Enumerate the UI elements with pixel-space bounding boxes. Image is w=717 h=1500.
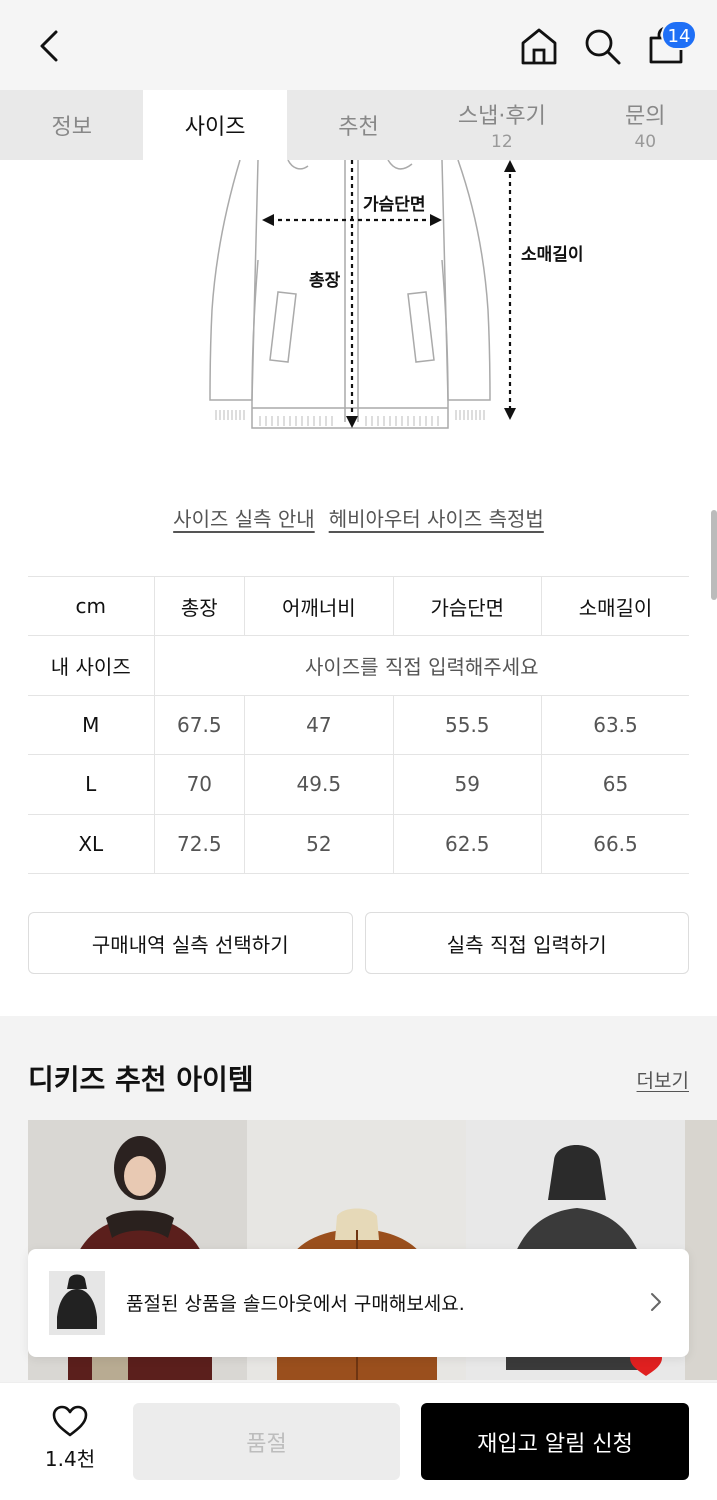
tab-snap-review[interactable]: 스냅·후기 12 bbox=[430, 90, 573, 160]
size-table: cm 총장 어깨너비 가슴단면 소매길이 내 사이즈 사이즈를 직접 입력해주세… bbox=[28, 575, 689, 874]
size-name-cell: L bbox=[28, 754, 155, 815]
table-header-cell: 가슴단면 bbox=[393, 575, 543, 636]
table-header-row: cm 총장 어깨너비 가슴단면 소매길이 bbox=[28, 575, 689, 636]
tab-label: 문의 bbox=[625, 104, 666, 129]
tab-inquiry[interactable]: 문의 40 bbox=[574, 90, 717, 160]
table-row: XL 72.5 52 62.5 66.5 bbox=[28, 813, 689, 874]
tab-label: 정보 bbox=[51, 115, 92, 140]
table-header-cell: 소매길이 bbox=[541, 575, 689, 636]
table-cell: 63.5 bbox=[541, 694, 689, 755]
table-cell: 47 bbox=[244, 694, 394, 755]
home-button[interactable] bbox=[519, 26, 559, 66]
like-button[interactable]: 1.4천 bbox=[30, 1405, 110, 1472]
table-cell: 67.5 bbox=[154, 694, 246, 755]
table-cell: 70 bbox=[154, 754, 246, 815]
table-cell: 72.5 bbox=[154, 813, 246, 874]
my-size-label: 내 사이즈 bbox=[28, 635, 155, 696]
table-header-cell: 어깨너비 bbox=[244, 575, 394, 636]
chevron-left-icon bbox=[40, 30, 58, 62]
size-name-cell: M bbox=[28, 694, 155, 755]
total-length-label: 총장 bbox=[309, 271, 341, 291]
recommend-title: 디키즈 추천 아이템 bbox=[28, 1063, 254, 1096]
tab-info[interactable]: 정보 bbox=[0, 90, 143, 160]
search-icon bbox=[585, 29, 621, 65]
scrollbar[interactable] bbox=[711, 510, 717, 600]
tab-count: 40 bbox=[634, 132, 657, 152]
product-image bbox=[57, 1274, 97, 1329]
heart-icon bbox=[52, 1405, 88, 1437]
size-guide-links: 사이즈 실측 안내 헤비아우터 사이즈 측정법 bbox=[0, 503, 717, 532]
table-cell: 62.5 bbox=[393, 813, 543, 874]
direct-input-button[interactable]: 실측 직접 입력하기 bbox=[364, 912, 689, 974]
top-bar: 14 bbox=[0, 0, 717, 90]
toast-message: 품절된 상품을 솔드아웃에서 구매해보세요. bbox=[126, 1293, 465, 1315]
table-header-cell: 총장 bbox=[154, 575, 246, 636]
product-card[interactable] bbox=[685, 1120, 717, 1380]
table-row: L 70 49.5 59 65 bbox=[28, 754, 689, 815]
tab-count: 12 bbox=[491, 132, 513, 152]
back-button[interactable] bbox=[34, 28, 66, 64]
search-button[interactable] bbox=[582, 26, 622, 66]
size-measure-guide-link[interactable]: 사이즈 실측 안내 bbox=[173, 503, 315, 532]
table-cell: 59 bbox=[393, 754, 543, 815]
bottom-action-bar: 1.4천 품절 재입고 알림 신청 bbox=[0, 1382, 717, 1500]
table-row: M 67.5 47 55.5 63.5 bbox=[28, 694, 689, 755]
product-tabs: 정보 사이즈 추천 스냅·후기 12 문의 40 bbox=[0, 90, 717, 160]
table-cell: 52 bbox=[244, 813, 394, 874]
soldout-button: 품절 bbox=[133, 1403, 400, 1480]
chest-width-label: 가슴단면 bbox=[363, 195, 426, 215]
my-size-input-prompt[interactable]: 사이즈를 직접 입력해주세요 bbox=[154, 635, 689, 696]
size-diagram: 가슴단면 총장 소매길이 bbox=[190, 159, 610, 450]
tab-size[interactable]: 사이즈 bbox=[143, 90, 287, 160]
tab-label: 추천 bbox=[338, 115, 379, 140]
table-cell: 65 bbox=[541, 754, 689, 815]
tab-label: 사이즈 bbox=[184, 115, 246, 140]
table-cell: 49.5 bbox=[244, 754, 394, 815]
my-size-row: 내 사이즈 사이즈를 직접 입력해주세요 bbox=[28, 635, 689, 696]
cart-count-badge: 14 bbox=[661, 20, 697, 50]
home-icon bbox=[521, 28, 557, 65]
toast-product-thumbnail bbox=[49, 1271, 105, 1335]
tab-recommend[interactable]: 추천 bbox=[287, 90, 430, 160]
restock-notify-button[interactable]: 재입고 알림 신청 bbox=[421, 1403, 689, 1480]
table-cell: 55.5 bbox=[393, 694, 543, 755]
table-cell: 66.5 bbox=[541, 813, 689, 874]
measure-button-row: 구매내역 실측 선택하기 실측 직접 입력하기 bbox=[28, 912, 689, 974]
like-count: 1.4천 bbox=[44, 1447, 96, 1471]
chevron-right-icon bbox=[651, 1293, 661, 1311]
table-header-cell: cm bbox=[28, 575, 155, 636]
soldout-toast[interactable]: 품절된 상품을 솔드아웃에서 구매해보세요. bbox=[28, 1249, 689, 1357]
heavy-outer-measure-link[interactable]: 헤비아우터 사이즈 측정법 bbox=[329, 503, 544, 532]
select-purchase-history-button[interactable]: 구매내역 실측 선택하기 bbox=[28, 912, 353, 974]
tab-label: 스냅·후기 bbox=[457, 104, 546, 129]
size-name-cell: XL bbox=[28, 813, 155, 874]
more-link[interactable]: 더보기 bbox=[637, 1066, 689, 1093]
sleeve-length-label: 소매길이 bbox=[521, 245, 584, 265]
